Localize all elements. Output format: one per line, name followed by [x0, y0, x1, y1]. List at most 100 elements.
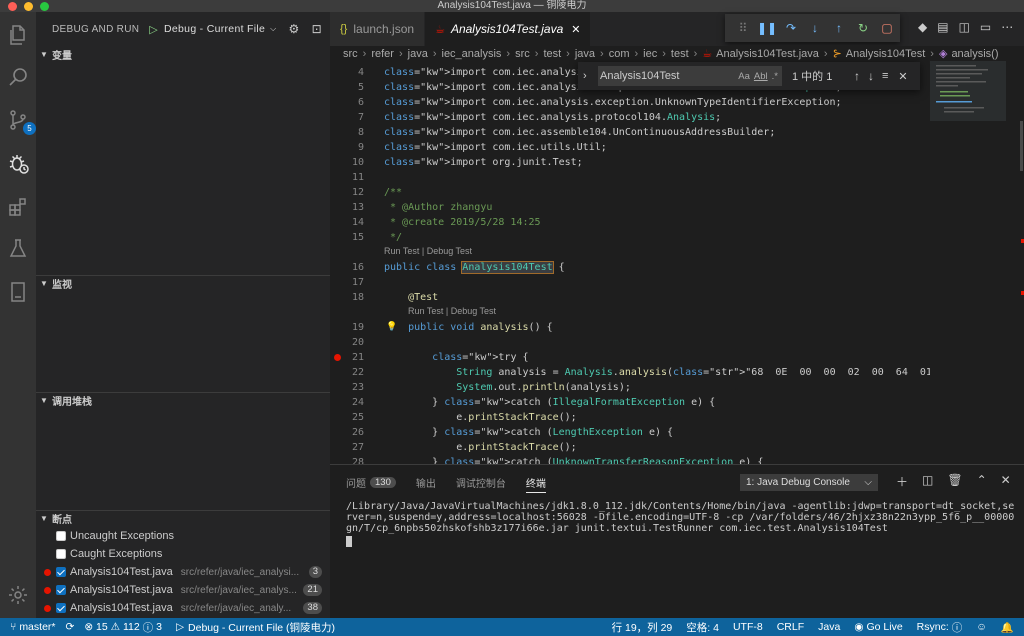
breadcrumb-item[interactable]: iec_analysis [442, 48, 502, 60]
source-control-icon[interactable]: 5 [6, 108, 36, 135]
toggle-replace-icon[interactable]: › [583, 70, 587, 82]
line-ending[interactable]: CRLF [777, 621, 804, 633]
step-over-icon[interactable]: ↷ [779, 21, 803, 35]
checkbox[interactable] [56, 585, 66, 595]
book-icon[interactable] [6, 280, 30, 304]
tab-analysis104test[interactable]: ☕ Analysis104Test.java ✕ [425, 12, 592, 46]
section-breakpoints[interactable]: ▼ 断点 [36, 510, 330, 526]
gear-icon[interactable]: ⚙ [289, 22, 300, 36]
new-terminal-plus-icon[interactable]: ＋ [896, 473, 908, 490]
debug-status[interactable]: ▷ Debug - Current File (铜陵电力) [176, 620, 335, 635]
git-compare-icon[interactable]: ◆ [918, 20, 927, 34]
maximize-panel-icon[interactable]: ⌃ [977, 473, 987, 490]
split-terminal-icon[interactable]: ◫ [922, 473, 933, 490]
branch-status[interactable]: ⑂ master* [10, 621, 56, 633]
indentation[interactable]: 空格: 4 [686, 620, 719, 635]
code-line: 13 * @Author zhangyu [330, 200, 930, 215]
layout-icon[interactable]: ▭ [980, 20, 991, 34]
search-icon[interactable] [6, 65, 30, 89]
code-editor[interactable]: 4 class="kw">import com.iec.analysis.exce… [330, 61, 930, 464]
cursor-position[interactable]: 行 19，列 29 [612, 620, 673, 635]
code-line: 12 /** [330, 185, 930, 200]
stop-icon[interactable]: ▢ [875, 21, 899, 35]
tab-terminal[interactable]: 终端 [525, 465, 546, 499]
feedback-icon[interactable]: ☺ [976, 621, 987, 633]
restart-icon[interactable]: ↻ [851, 21, 875, 35]
tab-problems[interactable]: 问题 130 [346, 465, 396, 499]
breadcrumb-item[interactable]: refer [371, 48, 394, 60]
breadcrumb-item[interactable]: test [543, 48, 561, 60]
problems-status[interactable]: ⊗ 15 ⚠ 112 ⓘ 3 [84, 620, 162, 635]
breadcrumb-item[interactable]: src [343, 48, 358, 60]
breadcrumb-item[interactable]: Analysis104Test [846, 48, 926, 60]
drag-handle-icon[interactable]: ⠿ [731, 21, 755, 35]
step-into-icon[interactable]: ↓ [803, 21, 827, 35]
breadcrumb-item[interactable]: Analysis104Test.java [716, 48, 819, 60]
more-actions-icon[interactable]: ⋯ [1001, 20, 1013, 34]
line-number: 10 [351, 157, 364, 168]
broadcast-icon: ◉ [854, 621, 864, 633]
pause-icon[interactable]: ❚❚ [755, 21, 779, 35]
sync-icon[interactable]: ⟳ [66, 621, 75, 633]
find-in-selection-icon[interactable]: ≡ [882, 70, 888, 82]
code-lens-run-debug[interactable]: Run Test | Debug Test [408, 306, 496, 316]
code-lens-run-debug[interactable]: Run Test | Debug Test [384, 246, 472, 256]
close-icon[interactable]: ✕ [571, 23, 580, 36]
checkbox[interactable] [56, 531, 66, 541]
breadcrumb-item[interactable]: iec [643, 48, 657, 60]
testing-flask-icon[interactable] [6, 237, 30, 261]
find-input[interactable]: Analysis104Test Aa Abl .* [598, 66, 782, 86]
breadcrumb-item[interactable]: java [408, 48, 428, 60]
close-panel-icon[interactable]: ✕ [1001, 473, 1011, 490]
trash-icon[interactable]: 🗑 [947, 473, 962, 490]
terminal-output[interactable]: /Library/Java/JavaVirtualMachines/jdk1.8… [346, 501, 1016, 550]
section-callstack[interactable]: ▼ 调用堆栈 [36, 392, 330, 408]
explorer-icon[interactable] [6, 23, 30, 47]
debug-config-select[interactable]: ▷ Debug - Current File ⌵ [149, 23, 276, 36]
arrow-up-icon[interactable]: ↑ [854, 69, 860, 83]
checkbox[interactable] [56, 549, 66, 559]
breakpoint-item[interactable]: Analysis104Test.java src/refer/java/iec_… [36, 599, 330, 617]
extensions-icon[interactable] [6, 195, 30, 219]
debug-icon[interactable] [6, 152, 30, 176]
breadcrumb-item[interactable]: java [575, 48, 595, 60]
debug-console-icon[interactable]: ⊡ [312, 22, 322, 36]
breakpoint-item[interactable]: Uncaught Exceptions [36, 527, 330, 545]
go-live-button[interactable]: ◉ Go Live [854, 621, 902, 633]
section-watch[interactable]: ▼ 监视 [36, 275, 330, 291]
checkbox[interactable] [56, 567, 66, 577]
match-word-icon[interactable]: Abl [754, 71, 768, 82]
code-line: 14 * @create 2019/5/28 14:25 [330, 215, 930, 230]
terminal-select[interactable]: 1: Java Debug Console ⌵ [740, 474, 878, 491]
breakpoint-item[interactable]: Analysis104Test.java src/refer/java/iec_… [36, 563, 330, 581]
breadcrumb-item[interactable]: analysis() [951, 48, 998, 60]
breadcrumb-item[interactable]: test [671, 48, 689, 60]
tab-debug-console[interactable]: 调试控制台 [456, 465, 506, 499]
tab-output[interactable]: 输出 [416, 465, 436, 499]
close-icon[interactable]: ✕ [898, 70, 907, 83]
language-mode[interactable]: Java [818, 621, 840, 633]
encoding[interactable]: UTF-8 [733, 621, 763, 633]
notifications-bell-icon[interactable]: 🔔 [1001, 621, 1014, 634]
code-line: 25 e.printStackTrace(); [330, 410, 930, 425]
line-number: 6 [357, 97, 364, 108]
minimap[interactable] [930, 61, 1024, 464]
section-variables[interactable]: ▼ 变量 [36, 46, 330, 62]
step-out-icon[interactable]: ↑ [827, 21, 851, 35]
breakpoint-item[interactable]: Caught Exceptions [36, 545, 330, 563]
breadcrumb-item[interactable]: com [609, 48, 630, 60]
match-case-icon[interactable]: Aa [738, 71, 750, 82]
rsync-status[interactable]: Rsync: ⓘ [917, 620, 963, 635]
regex-icon[interactable]: .* [772, 71, 778, 82]
checkbox[interactable] [56, 603, 66, 613]
breakpoint-dot-icon[interactable] [334, 354, 341, 361]
breakpoint-item[interactable]: Analysis104Test.java src/refer/java/iec_… [36, 581, 330, 599]
settings-gear-icon[interactable] [6, 583, 30, 607]
start-debug-icon[interactable]: ▷ [149, 23, 158, 36]
split-editor-icon[interactable]: ◫ [959, 20, 970, 34]
arrow-down-icon[interactable]: ↓ [868, 69, 874, 83]
lightbulb-icon[interactable]: 💡 [386, 320, 397, 335]
tab-launch-json[interactable]: {} launch.json [330, 12, 426, 46]
open-preview-icon[interactable]: ▤ [937, 20, 948, 34]
breadcrumb-item[interactable]: src [515, 48, 530, 60]
